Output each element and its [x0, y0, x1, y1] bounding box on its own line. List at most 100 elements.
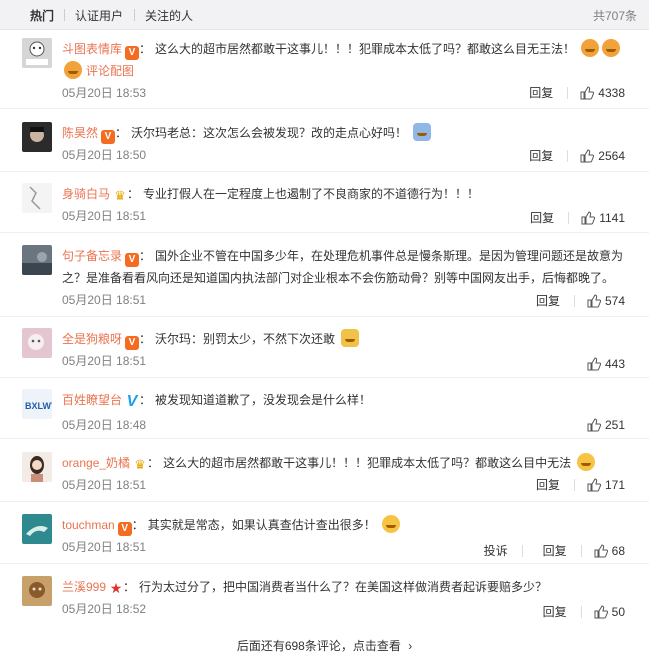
action-divider — [573, 294, 575, 307]
comment-time: 05月20日 18:50 — [62, 148, 147, 162]
comment-item: orange_奶橘 ♛： 这么大的超市居然都敢干这事儿！！！犯罪成本太低了吗？都敢这… — [0, 452, 649, 502]
username-link[interactable]: 全是狗粮呀 — [62, 332, 122, 346]
avatar[interactable]: BXLWT — [22, 389, 52, 419]
thumbs-up-icon — [587, 357, 601, 371]
reply-button[interactable]: 回复 — [529, 84, 553, 101]
like-count: 50 — [611, 604, 625, 619]
username-link[interactable]: 身骑白马 — [62, 187, 110, 201]
like-button[interactable]: 50 — [594, 605, 625, 619]
crown-badge-icon: ♛ — [134, 457, 146, 472]
like-count: 171 — [604, 477, 625, 492]
thumbs-up-icon — [581, 210, 596, 224]
avatar[interactable] — [22, 576, 52, 606]
like-count: 574 — [604, 293, 625, 308]
username-link[interactable]: 斗图表情库 — [62, 42, 122, 56]
username-link[interactable]: 句子备忘录 — [62, 249, 122, 263]
angry-emoji-icon — [581, 39, 600, 57]
colon: ： — [147, 456, 160, 470]
thumbs-up-icon — [587, 293, 601, 307]
avatar[interactable] — [22, 452, 52, 482]
action-divider — [568, 211, 570, 224]
reply-button[interactable]: 回复 — [529, 147, 553, 164]
action-divider — [580, 544, 582, 557]
tab-following[interactable]: 关注的人 — [145, 7, 193, 24]
thumbs-up-icon — [587, 477, 601, 491]
comment-item: 全是狗粮呀 V：沃尔玛：别罚太少，不然下次还敢 05月20日 18:51 443 — [0, 328, 649, 378]
like-count: 68 — [611, 543, 625, 558]
like-count: 4338 — [598, 85, 625, 100]
avatar[interactable] — [22, 183, 52, 213]
like-count: 251 — [604, 418, 625, 432]
comment-time: 05月20日 18:48 — [62, 418, 147, 432]
reply-button[interactable]: 回复 — [543, 603, 567, 620]
comment-item: 身骑白马 ♛： 专业打假人在一定程度上也遏制了不良商家的不道德行为！！！ 05月20… — [0, 183, 649, 233]
avatar[interactable] — [22, 122, 52, 152]
username-link[interactable]: 百姓瞭望台 — [62, 393, 122, 407]
avatar[interactable] — [22, 38, 52, 68]
star-badge-icon: ★ — [109, 580, 123, 596]
action-divider — [567, 86, 569, 99]
comment-text: 沃尔玛老总：这次怎么会被发现？改的走点心好吗！ — [131, 126, 408, 140]
colon: ： — [139, 393, 152, 407]
like-button[interactable]: 251 — [587, 418, 625, 432]
comment-text: 专业打假人在一定程度上也遏制了不良商家的不道德行为！！！ — [143, 187, 480, 201]
colon: ： — [139, 42, 152, 56]
comment-time: 05月20日 18:52 — [62, 602, 147, 616]
tab-verified[interactable]: 认证用户 — [75, 7, 123, 24]
verified-blue-badge-icon: V — [126, 393, 138, 410]
smile-emoji-icon — [382, 515, 401, 533]
reply-button[interactable]: 回复 — [536, 476, 560, 493]
dog-emoji-icon — [341, 329, 360, 347]
comment-time: 05月20日 18:51 — [62, 293, 147, 307]
colon: ： — [127, 187, 140, 201]
comment-text: 被发现知道道歉了，没发现会是什么样！ — [155, 393, 372, 407]
like-count: 2564 — [598, 148, 625, 163]
colon: ： — [123, 580, 136, 594]
action-divider — [567, 149, 569, 162]
crown-badge-icon: ♛ — [114, 188, 126, 203]
like-button[interactable]: 2564 — [580, 149, 625, 163]
verified-badge-icon: V — [101, 130, 116, 144]
like-count: 443 — [604, 357, 625, 371]
comment-time: 05月20日 18:51 — [62, 354, 147, 368]
comment-time: 05月20日 18:51 — [62, 209, 147, 223]
verified-badge-icon: V — [117, 522, 132, 536]
colon: ： — [131, 518, 144, 532]
report-button[interactable]: 投诉 — [484, 542, 508, 559]
comment-item: 陈昊然 V：沃尔玛老总：这次怎么会被发现？改的走点心好吗！ 05月20日 18:5… — [0, 122, 649, 172]
comment-time: 05月20日 18:53 — [62, 86, 147, 100]
comment-text: 沃尔玛：别罚太少，不然下次还敢 — [155, 332, 336, 346]
avatar[interactable] — [22, 328, 52, 358]
username-link[interactable]: 兰溪999 — [62, 580, 106, 594]
like-button[interactable]: 574 — [587, 294, 625, 308]
tab-hot[interactable]: 热门 — [30, 7, 54, 24]
comment-filter-bar: 热门 认证用户 关注的人 共707条 — [0, 0, 649, 30]
username-link[interactable]: touchman — [62, 518, 115, 532]
like-button[interactable]: 4338 — [580, 86, 625, 100]
thumbs-up-icon — [580, 85, 595, 99]
username-link[interactable]: 陈昊然 — [62, 126, 98, 140]
load-more-comments-link[interactable]: 后面还有698条评论，点击查看 › — [0, 626, 649, 652]
comment-item: 兰溪999 ★： 行为太过分了，把中国消费者当什么了？在美国这样做消费者起诉要赔多少… — [0, 576, 649, 624]
tab-divider — [134, 9, 135, 21]
avatar[interactable] — [22, 245, 52, 275]
avatar[interactable] — [22, 514, 52, 544]
svg-text:BXLWT: BXLWT — [25, 401, 52, 411]
like-button[interactable]: 1141 — [581, 211, 625, 225]
like-button[interactable]: 443 — [587, 357, 625, 371]
reply-button[interactable]: 回复 — [543, 542, 567, 559]
comment-image-link[interactable]: 评论配图 — [86, 64, 134, 78]
verified-badge-icon: V — [125, 253, 140, 267]
reply-button[interactable]: 回复 — [530, 209, 554, 226]
thumbs-up-icon — [594, 543, 608, 557]
reply-button[interactable]: 回复 — [536, 292, 560, 309]
verified-badge-icon: V — [125, 46, 140, 60]
thumbs-up-icon — [587, 418, 601, 432]
like-button[interactable]: 68 — [594, 544, 625, 558]
chevron-right-icon: › — [408, 639, 413, 652]
like-button[interactable]: 171 — [587, 478, 625, 492]
comment-item: 斗图表情库 V：这么大的超市居然都敢干这事儿！！！犯罪成本太低了吗？都敢这么目无王… — [0, 38, 649, 109]
username-link[interactable]: orange_奶橘 — [62, 456, 130, 470]
sweat-emoji-icon — [413, 123, 432, 141]
comment-time: 05月20日 18:51 — [62, 478, 147, 492]
